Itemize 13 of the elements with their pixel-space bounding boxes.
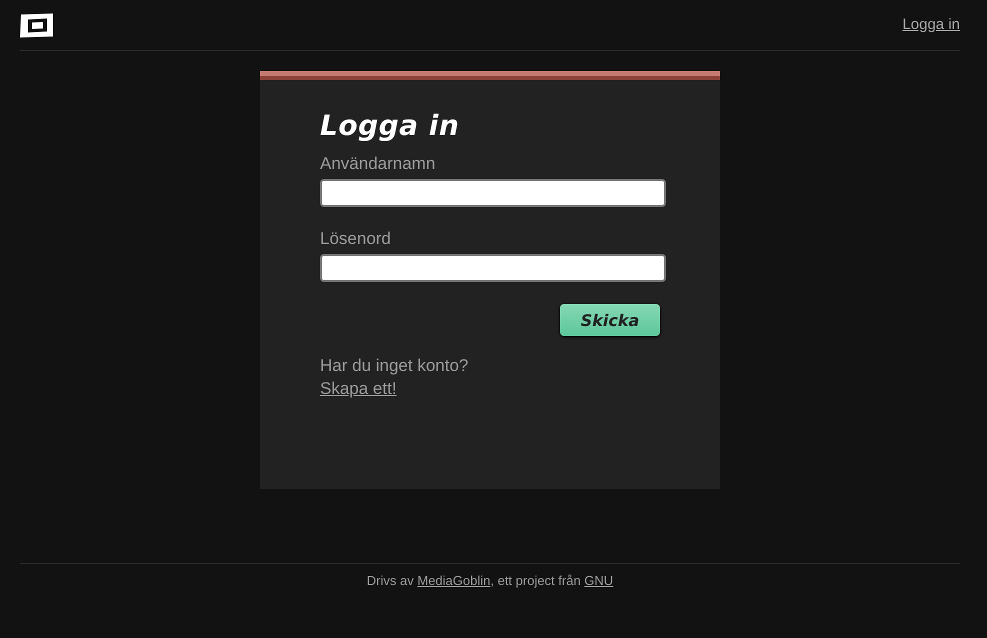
input-field[interactable] bbox=[320, 179, 666, 207]
field-label: Lösenord bbox=[320, 229, 392, 249]
input-field[interactable] bbox=[320, 254, 666, 282]
logo-icon[interactable] bbox=[20, 13, 54, 38]
signup-link[interactable]: Skapa ett! bbox=[320, 379, 397, 399]
submit-button[interactable]: Skicka bbox=[560, 304, 660, 336]
login-link[interactable]: Logga in bbox=[902, 16, 960, 32]
form-title: Logga in bbox=[320, 109, 460, 142]
signup-prompt: Har du inget konto? bbox=[320, 356, 470, 376]
footer-link[interactable]: GNU bbox=[584, 573, 614, 588]
footer-text: Drivs av MediaGoblin, ett project från GNU bbox=[366, 573, 614, 588]
footer-link[interactable]: MediaGoblin bbox=[417, 573, 490, 588]
field-label: Användarnamn bbox=[320, 154, 436, 174]
